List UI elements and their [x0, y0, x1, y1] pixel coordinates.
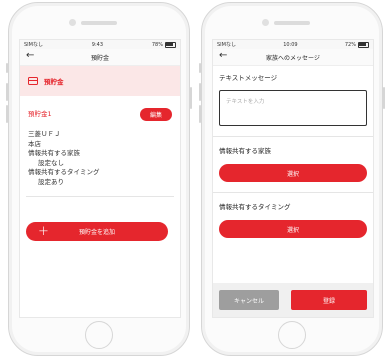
status-bar: SIMなし 9:43 78%	[20, 40, 180, 49]
cancel-button[interactable]: キャンセル	[219, 290, 279, 310]
register-button[interactable]: 登録	[291, 290, 367, 310]
family-label: 情報共有する家族	[219, 147, 271, 155]
family-share-value: 設定なし	[38, 158, 64, 167]
timing-share-value: 設定あり	[38, 177, 64, 186]
timing-share-label: 情報共有するタイミング	[28, 168, 100, 176]
home-button[interactable]	[85, 321, 113, 349]
message-input[interactable]: テキストを入力	[219, 90, 367, 126]
clock: 9:43	[91, 41, 104, 48]
status-bar: SIMなし 10:09 72%	[213, 40, 373, 49]
section-header: 預貯金	[20, 66, 180, 96]
card-icon	[28, 77, 38, 85]
section-title: 預貯金	[44, 78, 64, 86]
left-phone: SIMなし 9:43 78% ← 預貯金 預貯金 預貯金1 編集 三菱ＵＦＪ 本…	[6, 2, 192, 356]
bank-name: 三菱ＵＦＪ	[28, 130, 61, 138]
battery-icon	[164, 41, 176, 48]
divider	[26, 196, 174, 197]
nav-bar: ← 家族へのメッセージ	[213, 49, 373, 66]
add-savings-label: 預貯金を追加	[78, 229, 115, 236]
battery-percent: 72%	[344, 41, 356, 48]
carrier: SIMなし	[24, 42, 43, 48]
carrier: SIMなし	[217, 42, 236, 48]
left-screen: SIMなし 9:43 78% ← 預貯金 預貯金 預貯金1 編集 三菱ＵＦＪ 本…	[19, 39, 181, 318]
add-savings-button[interactable]: + 預貯金を追加	[26, 222, 168, 241]
home-button[interactable]	[278, 321, 306, 349]
family-share-label: 情報共有する家族	[28, 149, 80, 157]
account-card: 預貯金1 編集 三菱ＵＦＪ 本店 情報共有する家族 設定なし 情報共有するタイミ…	[20, 96, 180, 187]
clock: 10:09	[283, 41, 298, 48]
back-arrow-icon[interactable]: ←	[26, 50, 34, 61]
right-phone: SIMなし 10:09 72% ← 家族へのメッセージ テキストメッセージ テキ…	[199, 2, 385, 356]
back-arrow-icon[interactable]: ←	[219, 50, 227, 61]
family-select-button[interactable]: 選択	[219, 164, 367, 182]
page-title: 預貯金	[90, 54, 109, 62]
right-screen: SIMなし 10:09 72% ← 家族へのメッセージ テキストメッセージ テキ…	[212, 39, 374, 318]
text-message-label: テキストメッセージ	[219, 74, 278, 82]
branch-name: 本店	[28, 139, 41, 148]
battery-icon	[357, 41, 369, 48]
battery-percent: 78%	[151, 41, 163, 48]
plus-icon: +	[38, 224, 49, 239]
nav-bar: ← 預貯金	[20, 49, 180, 66]
timing-label: 情報共有するタイミング	[219, 203, 291, 211]
timing-select-button[interactable]: 選択	[219, 220, 367, 238]
divider	[213, 136, 373, 137]
edit-button[interactable]: 編集	[140, 108, 172, 121]
page-title: 家族へのメッセージ	[266, 54, 320, 62]
footer-bar: キャンセル 登録	[213, 283, 373, 317]
divider	[213, 192, 373, 193]
